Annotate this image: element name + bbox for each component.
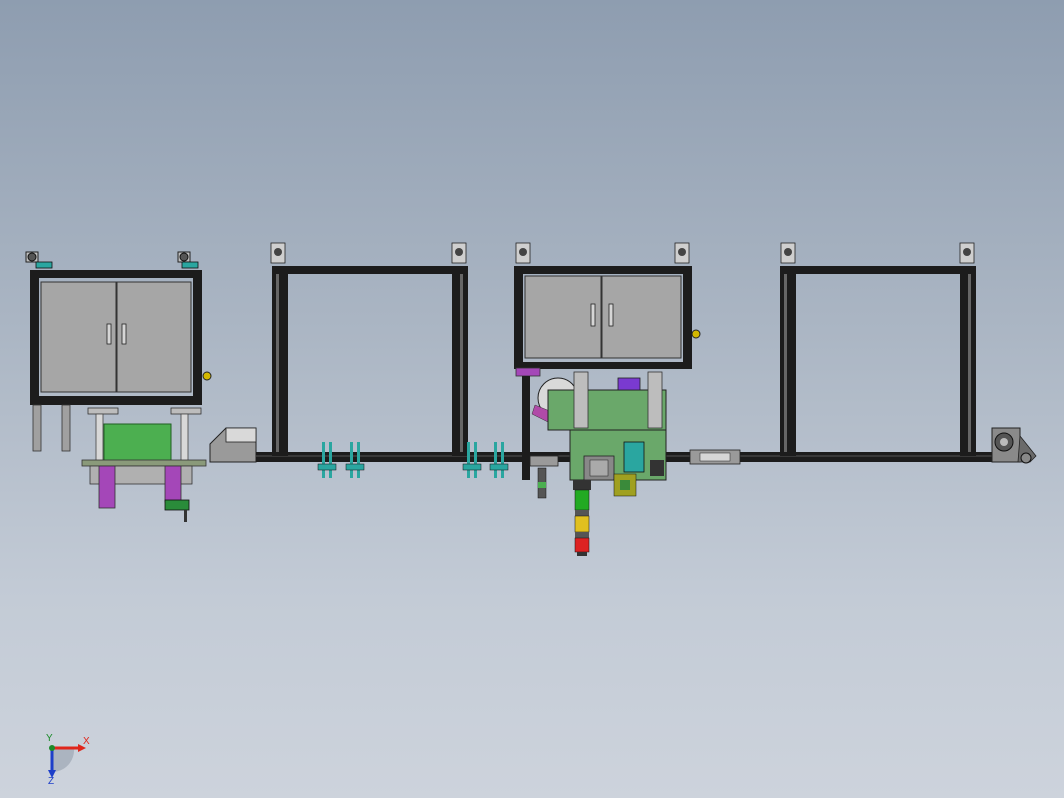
frame-open-2[interactable] [270,242,468,456]
caster-wheel-icon [25,251,53,269]
caster-wheel-icon [780,242,796,264]
cabinet-left[interactable] [25,251,212,522]
caster-wheel-icon [177,251,199,269]
signal-tower [573,480,591,556]
hopper-block[interactable] [209,427,257,463]
frame-open-4[interactable] [780,242,976,456]
cabinet-middle[interactable] [514,242,701,377]
triad-y-label: Y [46,733,53,744]
coordinate-triad-icon [48,744,86,778]
cad-viewport[interactable]: X Y Z [0,0,1064,798]
triad-x-label: X [83,736,90,747]
drive-motor[interactable] [991,427,1037,464]
assembly-model[interactable] [0,0,1064,798]
caster-wheel-icon [270,242,286,264]
caster-wheel-icon [451,242,467,264]
triad-z-label: Z [48,776,55,787]
caster-wheel-icon [959,242,975,264]
caster-wheel-icon [515,242,531,264]
caster-wheel-icon [674,242,690,264]
